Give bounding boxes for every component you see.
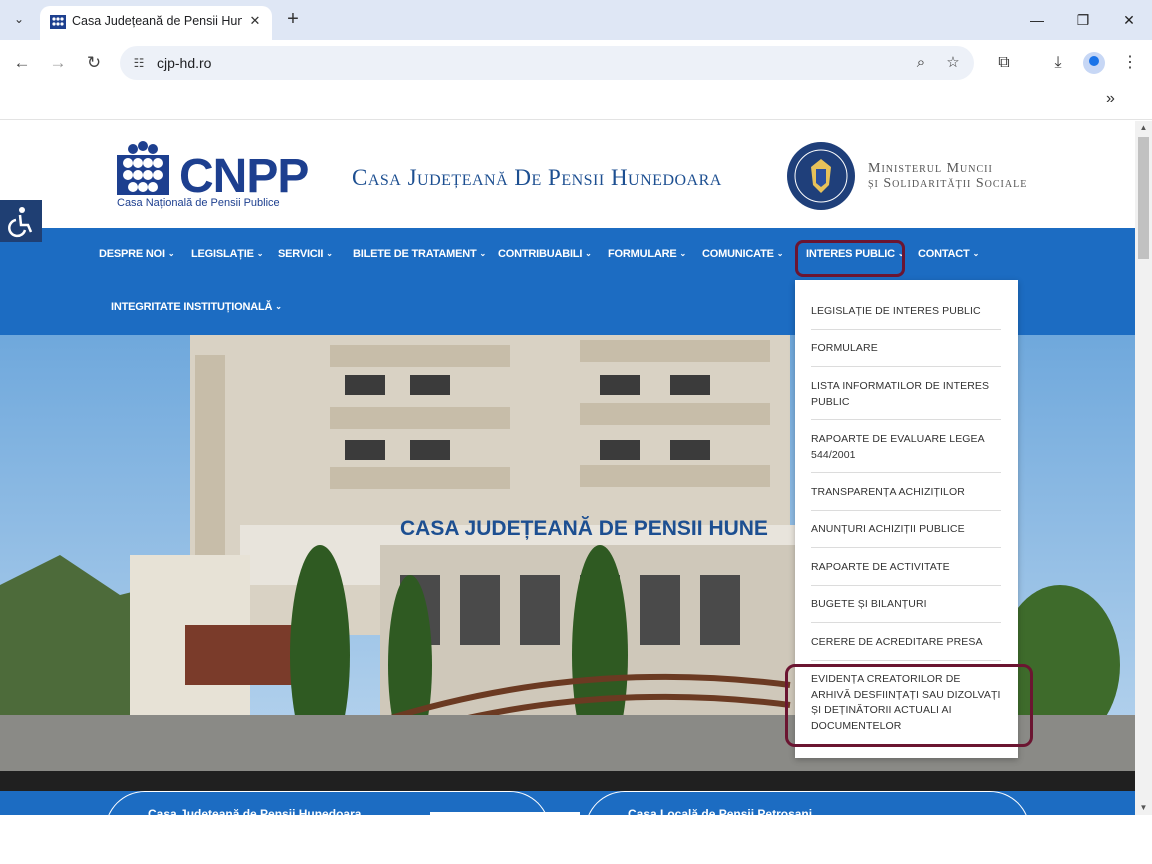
chevron-down-icon: ⌄ (679, 249, 686, 258)
cnpp-emblem-icon (117, 141, 169, 195)
card-petrosani-label: Casa Locală de Pensii Petroșani (628, 807, 813, 815)
dropdown-item-bugete[interactable]: BUGETE ȘI BILANȚURI (811, 597, 1001, 613)
download-icon[interactable]: ⤓ (1046, 51, 1070, 75)
scroll-thumb[interactable] (1138, 137, 1149, 259)
nav-label: INTEGRITATE INSTITUȚIONALĂ (111, 301, 273, 313)
browser-toolbar: ← → ↻ ☷ cjp-hd.ro ⌕ ☆ ⧉ ⤓ ⋮ (0, 40, 1152, 86)
dropdown-item-anunturi[interactable]: ANUNȚURI ACHIZIȚII PUBLICE (811, 522, 1001, 538)
dropdown-separator (811, 329, 1001, 330)
close-icon[interactable]: ✕ (246, 12, 264, 30)
bookmark-star-icon[interactable]: ☆ (942, 52, 964, 74)
dropdown-highlight-box (785, 664, 1033, 747)
profile-avatar[interactable] (1083, 52, 1105, 74)
tab-search-icon[interactable]: ⌄ (8, 8, 30, 30)
nav-label: LEGISLAȚIE (191, 248, 254, 260)
dark-band (0, 771, 1135, 791)
dropdown-separator (811, 472, 1001, 473)
ministry-name: Ministerul Muncii și Solidarității Socia… (868, 161, 1027, 191)
dropdown-item-lista-informatii[interactable]: LISTA INFORMATILOR DE INTERES PUBLIC (811, 379, 1001, 410)
chevron-down-icon: ⌄ (275, 302, 282, 311)
dropdown-separator (811, 510, 1001, 511)
menu-icon[interactable]: ⋮ (1118, 51, 1142, 75)
minimize-icon[interactable]: — (1025, 8, 1049, 32)
site-header: CNPP Casa Națională de Pensii Publice Ca… (0, 121, 1135, 228)
chevron-down-icon: ⌄ (585, 249, 592, 258)
zoom-icon[interactable]: ⌕ (910, 52, 932, 74)
back-icon[interactable]: ← (9, 50, 35, 76)
site-title: Casa Județeană De Pensii Hunedoara (352, 165, 722, 190)
extensions-icon[interactable]: ⧉ (992, 51, 1016, 75)
ministry-line-2: și Solidarității Sociale (868, 176, 1028, 191)
browser-tab[interactable]: Casa Județeană de Pensii Hunedoara ✕ (40, 6, 272, 40)
government-seal-icon (787, 142, 855, 210)
ministry-line-1: Ministerul Muncii (868, 161, 993, 176)
new-tab-button[interactable]: + (282, 8, 304, 30)
nav-label: DESPRE NOI (99, 248, 165, 260)
nav-formulare[interactable]: FORMULARE ⌄ (608, 248, 686, 260)
browser-tabstrip: ⌄ Casa Județeană de Pensii Hunedoara ✕ +… (0, 0, 1152, 40)
chevron-down-icon: ⌄ (972, 249, 980, 258)
nav-despre-noi[interactable]: DESPRE NOI ⌄ (99, 248, 175, 260)
dropdown-separator (811, 585, 1001, 586)
page-viewport: CNPP Casa Națională de Pensii Publice Ca… (0, 121, 1152, 815)
nav-servicii[interactable]: SERVICII ⌄ (278, 248, 333, 260)
scroll-up-icon[interactable]: ▲ (1135, 121, 1152, 135)
bookmarks-bar: » (0, 86, 1152, 120)
nav-legislatie[interactable]: LEGISLAȚIE ⌄ (191, 248, 263, 260)
dropdown-separator (811, 366, 1001, 367)
bookmarks-overflow-icon[interactable]: » (1106, 90, 1115, 108)
window-close-icon[interactable]: ✕ (1117, 8, 1141, 32)
dropdown-item-transparenta[interactable]: TRANSPARENȚA ACHIZIȚILOR (811, 485, 1001, 501)
dropdown-separator (811, 660, 1001, 661)
nav-label: COMUNICATE (702, 248, 774, 260)
dropdown-separator (811, 622, 1001, 623)
nav-contribuabili[interactable]: CONTRIBUABILI ⌄ (498, 248, 592, 260)
restore-icon[interactable]: ❐ (1071, 8, 1095, 32)
page-scrollbar[interactable]: ▲ ▼ (1135, 121, 1152, 815)
accessibility-button[interactable] (0, 200, 42, 242)
dropdown-item-rapoarte-evaluare[interactable]: RAPOARTE DE EVALUARE LEGEA 544/2001 (811, 432, 1001, 463)
nav-highlight-box (795, 240, 905, 277)
nav-comunicate[interactable]: COMUNICATE ⌄ (702, 248, 783, 260)
building-sign-text: CASA JUDEȚEANĂ DE PENSII HUNE (400, 517, 768, 540)
address-bar[interactable]: ☷ cjp-hd.ro ⌕ ☆ (120, 46, 974, 80)
forward-icon[interactable]: → (45, 50, 71, 76)
divider (430, 812, 580, 815)
nav-integritate-institutionala[interactable]: INTEGRITATE INSTITUȚIONALĂ ⌄ (111, 301, 282, 313)
dropdown-item-legislatie[interactable]: LEGISLAȚIE DE INTERES PUBLIC (811, 304, 1001, 320)
chevron-down-icon: ⌄ (776, 249, 784, 258)
nav-label: BILETE DE TRATAMENT (353, 248, 477, 260)
nav-contact[interactable]: CONTACT ⌄ (918, 248, 979, 260)
scroll-down-icon[interactable]: ▼ (1135, 801, 1152, 815)
site-info-icon[interactable]: ☷ (130, 54, 148, 72)
reload-icon[interactable]: ↻ (81, 50, 107, 76)
logo-text: CNPP (179, 150, 309, 203)
cnpp-logo[interactable]: CNPP Casa Națională de Pensii Publice (117, 141, 309, 213)
url-text[interactable]: cjp-hd.ro (157, 55, 211, 71)
dropdown-item-acreditare[interactable]: CERERE DE ACREDITARE PRESA (811, 635, 1001, 651)
dropdown-separator (811, 547, 1001, 548)
dropdown-item-formulare[interactable]: FORMULARE (811, 341, 1001, 357)
card-hunedoara-label: Casa Județeană de Pensii Hunedoara (148, 807, 362, 815)
dropdown-separator (811, 419, 1001, 420)
nav-label: SERVICII (278, 248, 324, 260)
site-favicon-icon (50, 15, 66, 29)
nav-label: CONTRIBUABILI (498, 248, 583, 260)
nav-label: FORMULARE (608, 248, 677, 260)
dropdown-item-rapoarte-activitate[interactable]: RAPOARTE DE ACTIVITATE (811, 560, 1001, 576)
nav-bilete-de-tratament[interactable]: BILETE DE TRATAMENT ⌄ (353, 248, 486, 260)
nav-label: CONTACT (918, 248, 970, 260)
accessibility-icon (8, 207, 33, 238)
chevron-down-icon: ⌄ (479, 249, 487, 258)
tab-title: Casa Județeană de Pensii Hunedoara (72, 14, 242, 28)
chevron-down-icon: ⌄ (326, 249, 333, 258)
logo-subtitle: Casa Națională de Pensii Publice (117, 197, 280, 209)
chevron-down-icon: ⌄ (256, 249, 264, 258)
chevron-down-icon: ⌄ (167, 249, 175, 258)
